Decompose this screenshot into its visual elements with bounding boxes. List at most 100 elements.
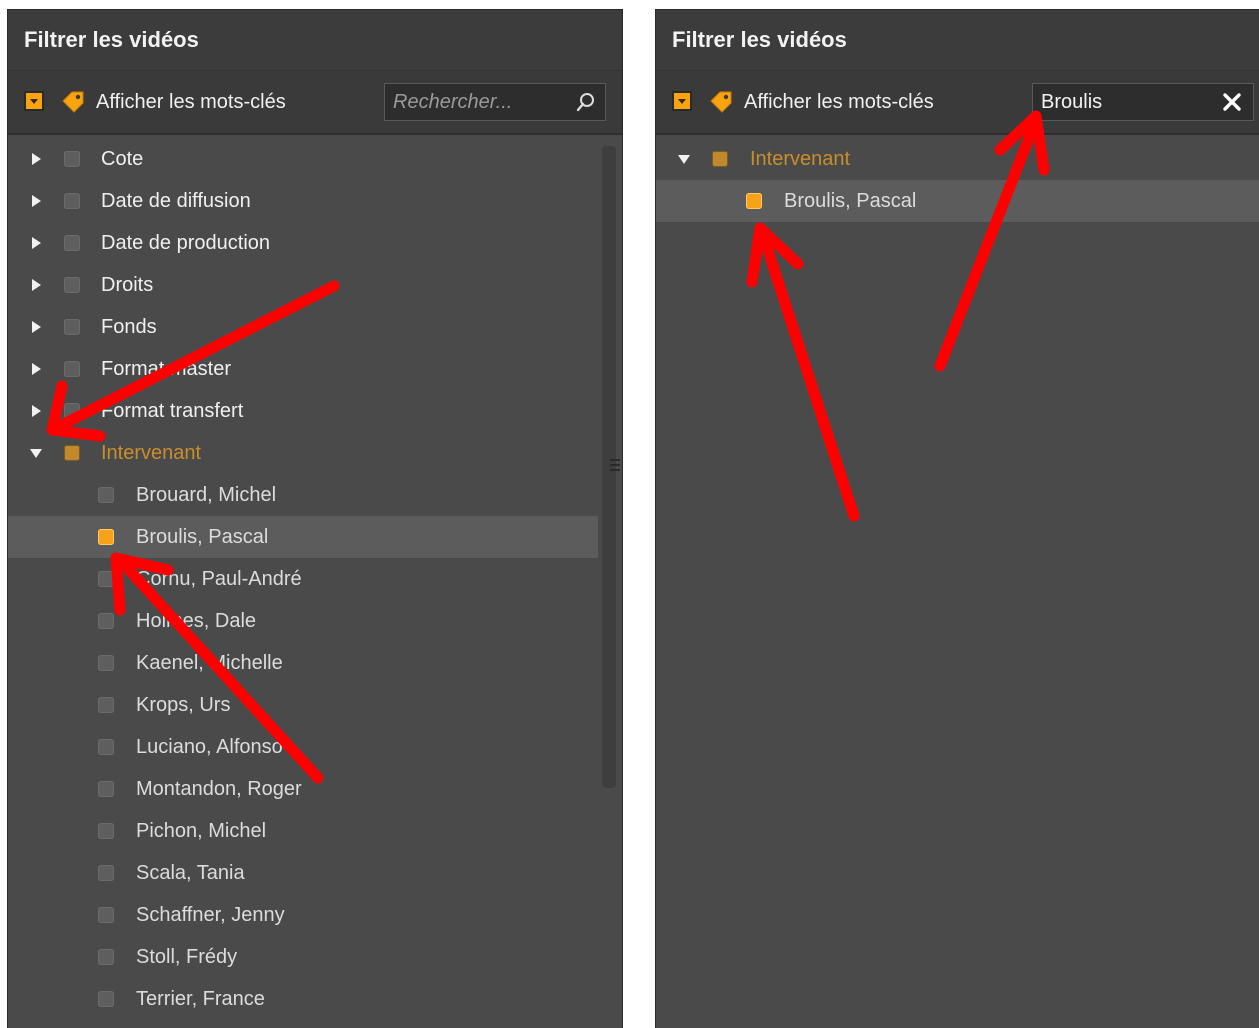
checkbox[interactable] [98,823,114,839]
tree-row-category[interactable]: Fonds [8,306,598,348]
checkbox[interactable] [98,571,114,587]
checkbox[interactable] [98,781,114,797]
tag-icon [710,91,732,113]
tree-row-category-intervenant[interactable]: Intervenant [8,432,598,474]
category-label: Intervenant [750,148,851,170]
tree-row-child[interactable]: Kaenel, Michelle [8,642,598,684]
checkbox-checked[interactable] [746,193,762,209]
tree-row-child[interactable]: Pichon, Michel [8,810,598,852]
tree-row-category[interactable]: Format transfert [8,390,598,432]
tree-row-child[interactable]: Montandon, Roger [8,768,598,810]
expand-arrow-icon[interactable] [32,237,41,249]
show-keywords-label[interactable]: Afficher les mots-clés [744,91,934,114]
tree-row-child[interactable]: Brouard, Michel [8,474,598,516]
filter-panel-left: Filtrer les vidéos Afficher les mots-clé… [8,10,622,1028]
checkbox[interactable] [98,487,114,503]
tree-row-child[interactable]: Holmes, Dale [8,600,598,642]
tree-row-category[interactable]: Date de production [8,222,598,264]
checkbox[interactable] [98,907,114,923]
checkbox[interactable] [64,403,80,419]
panel-header: Filtrer les vidéos [8,10,622,71]
tree-row-category[interactable]: Cote [8,138,598,180]
checkbox[interactable] [98,697,114,713]
checkbox[interactable] [98,655,114,671]
expand-arrow-icon[interactable] [32,153,41,165]
keyword-tree: Intervenant Broulis, Pascal [656,136,1259,1028]
dropdown-toggle-icon[interactable] [672,91,692,111]
search-input[interactable] [385,83,575,121]
filter-panel-right: Filtrer les vidéos Afficher les mots-clé… [656,10,1259,1028]
checkbox[interactable] [64,277,80,293]
tree-row-category[interactable]: Format master [8,348,598,390]
keyword-label: Stoll, Frédy [136,946,238,968]
tree-row-child[interactable]: Cornu, Paul-André [8,558,598,600]
category-label: Date de production [101,232,271,254]
tree-row-child[interactable]: Krops, Urs [8,684,598,726]
expand-arrow-icon[interactable] [32,321,41,333]
category-label: Format transfert [101,400,244,422]
checkbox[interactable] [64,193,80,209]
checkbox-partial[interactable] [64,445,80,461]
panel-title: Filtrer les vidéos [672,27,847,52]
keyword-label: Krops, Urs [136,694,231,716]
keyword-label: Cornu, Paul-André [136,568,302,590]
tree-row-category[interactable]: Date de diffusion [8,180,598,222]
tree-row-child[interactable]: Scala, Tania [8,852,598,894]
checkbox[interactable] [98,991,114,1007]
keywords-toolbar: Afficher les mots-clés [656,71,1259,135]
search-icon[interactable] [575,91,597,113]
dropdown-toggle-icon[interactable] [24,91,44,111]
show-keywords-label[interactable]: Afficher les mots-clés [96,91,286,114]
resize-grip-icon[interactable] [610,456,620,474]
checkbox-checked[interactable] [98,529,114,545]
expand-arrow-icon[interactable] [32,405,41,417]
checkbox[interactable] [64,235,80,251]
keyword-label: Luciano, Alfonso [136,736,283,758]
checkbox[interactable] [98,949,114,965]
keyword-label: Holmes, Dale [136,610,257,632]
keyword-label: Scala, Tania [136,862,245,884]
clear-search-icon[interactable] [1221,91,1243,113]
category-label: Cote [101,148,144,170]
expand-arrow-icon[interactable] [32,195,41,207]
checkbox[interactable] [98,613,114,629]
tree-row-child[interactable]: Terrier, France [8,978,598,1020]
tree-row-child[interactable]: Luciano, Alfonso [8,726,598,768]
tag-icon [62,91,84,113]
collapse-arrow-icon[interactable] [30,449,42,458]
search-box[interactable] [1032,83,1254,121]
keyword-label: Brouard, Michel [136,484,277,506]
checkbox[interactable] [64,361,80,377]
tree-row-child-selected[interactable]: Broulis, Pascal [8,516,598,558]
category-label: Fonds [101,316,157,338]
category-label: Intervenant [101,442,202,464]
keywords-toolbar: Afficher les mots-clés [8,71,622,135]
keyword-label: Terrier, France [136,988,265,1010]
category-label: Date de diffusion [101,190,251,212]
search-input[interactable] [1033,83,1221,121]
checkbox-partial[interactable] [712,151,728,167]
keyword-label: Montandon, Roger [136,778,302,800]
tree-row-child[interactable]: Stoll, Frédy [8,936,598,978]
tree-row-category-intervenant[interactable]: Intervenant [656,138,1259,180]
keyword-label: Kaenel, Michelle [136,652,283,674]
category-label: Droits [101,274,154,296]
keyword-label: Pichon, Michel [136,820,267,842]
keyword-label: Schaffner, Jenny [136,904,285,926]
search-box[interactable] [384,83,606,121]
checkbox[interactable] [64,319,80,335]
tree-row-child[interactable]: Schaffner, Jenny [8,894,598,936]
checkbox[interactable] [98,865,114,881]
collapse-arrow-icon[interactable] [678,155,690,164]
keyword-label: Broulis, Pascal [784,190,917,212]
expand-arrow-icon[interactable] [32,363,41,375]
tree-row-category[interactable]: Droits [8,264,598,306]
panel-title: Filtrer les vidéos [24,27,199,52]
checkbox[interactable] [64,151,80,167]
category-label: Format master [101,358,232,380]
keyword-tree: Cote Date de diffusion Date de productio… [8,136,622,1028]
keyword-label: Broulis, Pascal [136,526,269,548]
tree-row-child-selected[interactable]: Broulis, Pascal [656,180,1259,222]
expand-arrow-icon[interactable] [32,279,41,291]
checkbox[interactable] [98,739,114,755]
